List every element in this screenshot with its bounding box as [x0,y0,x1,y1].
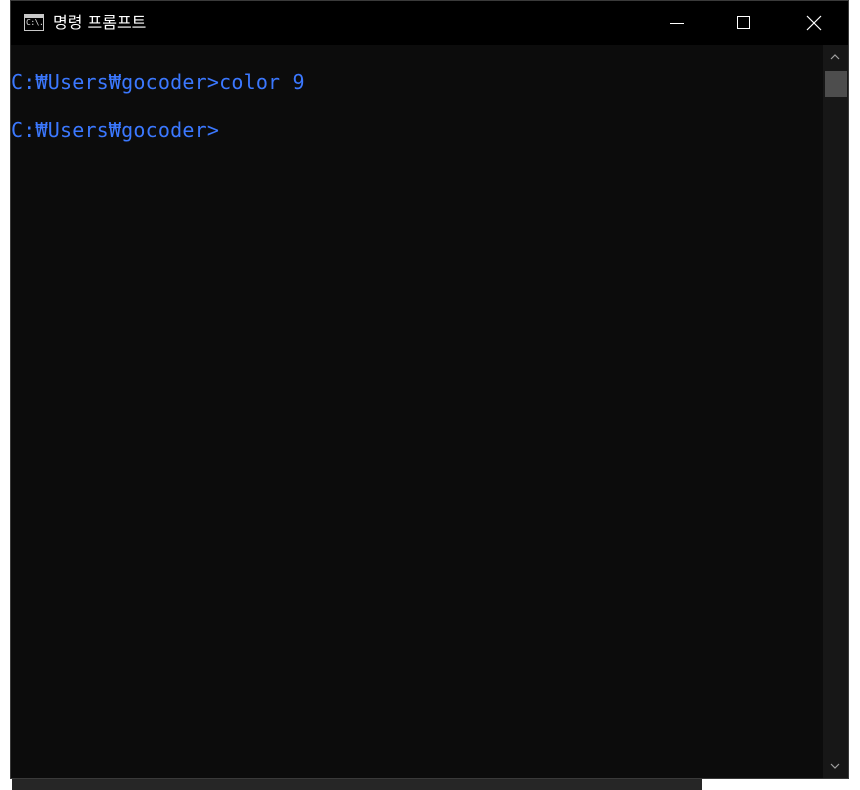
cmd-icon-glyph: C:\. [26,18,44,27]
cmd-icon[interactable]: C:\. [24,14,44,31]
maximize-button[interactable] [715,1,773,45]
scroll-down-button[interactable] [823,754,848,778]
chevron-down-icon [830,763,840,769]
close-icon [806,15,822,31]
chevron-up-icon [830,54,840,60]
maximize-icon [737,16,750,29]
console-output[interactable]: C:₩Users₩gocoder>color 9 C:₩Users₩gocode… [11,45,823,778]
minimize-button[interactable] [647,1,705,45]
background-right [848,0,860,790]
window-title: 명령 프롬프트 [53,13,147,32]
title-bar[interactable]: C:\. 명령 프롬프트 [11,1,848,45]
scroll-up-button[interactable] [823,45,848,69]
console-line-prompt: C:₩Users₩gocoder> [11,118,220,142]
close-button[interactable] [785,1,843,45]
command-prompt-window: C:\. 명령 프롬프트 C:₩Users₩gocoder>color 9 C:… [10,0,849,779]
taskbar-edge [12,778,702,790]
minimize-icon [670,23,684,24]
console-line-command: C:₩Users₩gocoder>color 9 [11,70,305,94]
vertical-scrollbar[interactable] [823,45,848,778]
scrollbar-thumb[interactable] [825,71,847,97]
